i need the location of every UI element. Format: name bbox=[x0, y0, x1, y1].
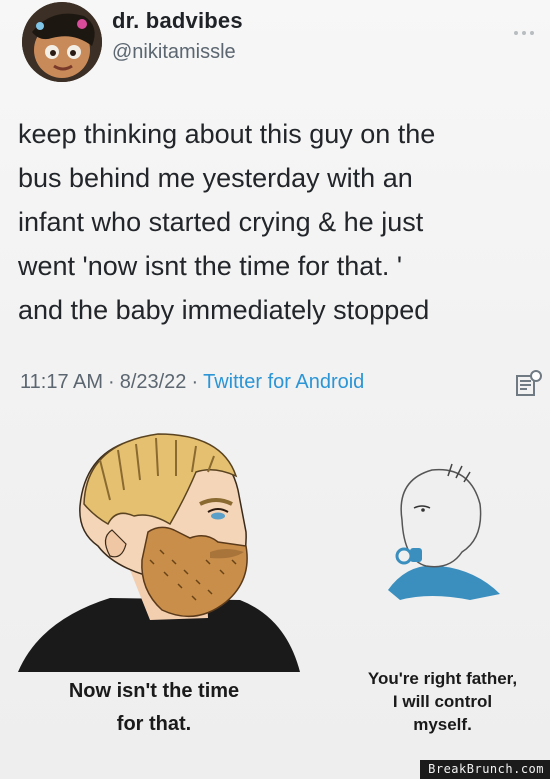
bearded-man-drawing bbox=[18, 433, 300, 672]
more-dots-icon[interactable] bbox=[514, 28, 542, 38]
tweet-time[interactable]: 11:17 AM bbox=[20, 371, 103, 393]
user-handle[interactable]: @nikitamissle bbox=[112, 41, 236, 64]
meta-separator: · bbox=[191, 371, 199, 393]
tweet-text: keep thinking about this guy on the bus … bbox=[18, 119, 436, 325]
tweet: dr. badvibes @nikitamissle keep thinking… bbox=[0, 0, 550, 410]
tweet-source-link[interactable]: Twitter for Android bbox=[203, 371, 364, 393]
tweet-meta: 11:17 AM · 8/23/22 · Twitter for Android bbox=[20, 371, 364, 394]
meme-panel: Now isn't the time for that. You're righ… bbox=[0, 420, 550, 779]
avatar[interactable] bbox=[22, 2, 102, 82]
avatar-image bbox=[22, 2, 102, 82]
meta-separator: · bbox=[108, 371, 115, 393]
meme-caption-left: Now isn't the time for that. bbox=[68, 680, 240, 735]
meme-caption-right: You're right father, I will control myse… bbox=[367, 669, 518, 734]
display-name[interactable]: dr. badvibes bbox=[112, 8, 243, 34]
tweet-date[interactable]: 8/23/22 bbox=[120, 371, 187, 393]
analytics-icon[interactable] bbox=[514, 368, 546, 400]
pacifier-figure-drawing bbox=[388, 463, 500, 600]
watermark: BreakBrunch.com bbox=[420, 760, 550, 779]
